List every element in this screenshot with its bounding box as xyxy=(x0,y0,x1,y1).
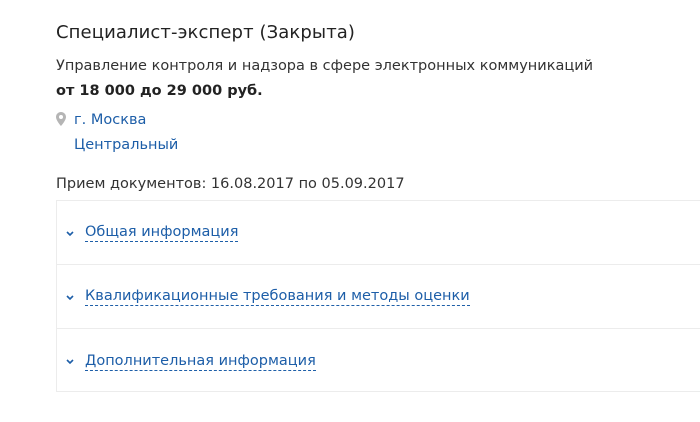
accordion-item-qualification[interactable]: Квалификационные требования и методы оце… xyxy=(57,265,700,329)
department-name: Управление контроля и надзора в сфере эл… xyxy=(56,58,594,74)
document-dates: Прием документов: 16.08.2017 по 05.09.20… xyxy=(56,176,405,192)
location-lines: г. Москва Центральный xyxy=(74,108,178,158)
salary-range: от 18 000 до 29 000 руб. xyxy=(56,83,263,99)
chevron-down-icon xyxy=(66,230,74,236)
location: г. Москва Центральный xyxy=(56,108,178,158)
chevron-down-icon xyxy=(66,294,74,300)
accordion-label[interactable]: Квалификационные требования и методы оце… xyxy=(85,287,470,306)
chevron-down-icon xyxy=(66,359,74,365)
accordion-label[interactable]: Общая информация xyxy=(85,223,239,242)
location-district[interactable]: Центральный xyxy=(74,133,178,158)
vacancy-card: Специалист-эксперт (Закрыта) Управление … xyxy=(0,0,700,422)
location-city[interactable]: г. Москва xyxy=(74,108,178,133)
map-pin-icon xyxy=(56,112,66,126)
accordion-item-general-info[interactable]: Общая информация xyxy=(57,201,700,265)
accordion-item-additional-info[interactable]: Дополнительная информация xyxy=(57,329,700,393)
vacancy-title: Специалист-эксперт (Закрыта) xyxy=(56,22,356,43)
accordion-label[interactable]: Дополнительная информация xyxy=(85,352,316,371)
info-accordion: Общая информация Квалификационные требов… xyxy=(56,200,700,392)
